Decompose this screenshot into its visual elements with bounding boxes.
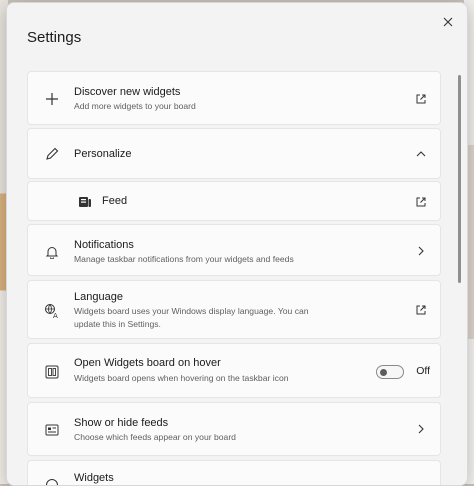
feeds-icon	[40, 418, 64, 442]
close-button[interactable]	[437, 11, 459, 33]
toggle-state-label: Off	[416, 365, 430, 377]
chevron-right-icon	[410, 418, 432, 440]
show-hide-feeds-title: Show or hide feeds	[74, 417, 168, 429]
hover-toggle[interactable]	[376, 365, 404, 379]
show-hide-feeds-card[interactable]: Show or hide feeds Choose which feeds ap…	[27, 402, 441, 456]
hover-setting-card: Open Widgets board on hover Widgets boar…	[27, 343, 441, 398]
dialog-title: Settings	[27, 29, 81, 46]
language-subtitle-line-1: Widgets board uses your Windows display …	[74, 305, 334, 318]
svg-text:A: A	[53, 312, 58, 319]
info-icon	[40, 473, 64, 486]
widgets-title: Widgets	[74, 472, 114, 484]
pencil-icon	[40, 142, 64, 166]
chevron-right-icon	[410, 240, 432, 262]
language-title: Language	[74, 291, 123, 303]
widget-board-icon	[40, 360, 64, 384]
personalize-title: Personalize	[74, 148, 131, 160]
plus-icon	[40, 87, 64, 111]
feed-card[interactable]: Feed	[27, 181, 441, 221]
chevron-up-icon	[410, 143, 432, 165]
hover-setting-subtitle: Widgets board opens when hovering on the…	[74, 372, 334, 385]
close-icon	[443, 17, 453, 27]
open-external-icon	[410, 299, 432, 321]
feed-title: Feed	[102, 195, 127, 207]
language-subtitle-line-2: update this in Settings.	[74, 318, 334, 331]
show-hide-feeds-subtitle: Choose which feeds appear on your board	[74, 431, 334, 444]
settings-dialog: Settings Discover new widgets Add more w…	[6, 2, 468, 486]
hover-setting-title: Open Widgets board on hover	[74, 357, 221, 369]
bell-icon	[40, 240, 64, 264]
notifications-title: Notifications	[74, 239, 134, 251]
notifications-card[interactable]: Notifications Manage taskbar notificatio…	[27, 224, 441, 276]
open-external-icon	[410, 191, 432, 213]
language-icon: A	[40, 299, 64, 323]
discover-widgets-card[interactable]: Discover new widgets Add more widgets to…	[27, 71, 441, 125]
discover-widgets-subtitle: Add more widgets to your board	[74, 100, 334, 113]
language-card[interactable]: A Language Widgets board uses your Windo…	[27, 280, 441, 339]
notifications-subtitle: Manage taskbar notifications from your w…	[74, 253, 334, 266]
scrollbar[interactable]	[458, 75, 461, 283]
discover-widgets-title: Discover new widgets	[74, 86, 180, 98]
open-external-icon	[410, 88, 432, 110]
widgets-card[interactable]: Widgets	[27, 460, 441, 486]
personalize-card[interactable]: Personalize	[27, 128, 441, 179]
feed-icon	[73, 190, 97, 214]
toggle-knob	[380, 369, 387, 376]
